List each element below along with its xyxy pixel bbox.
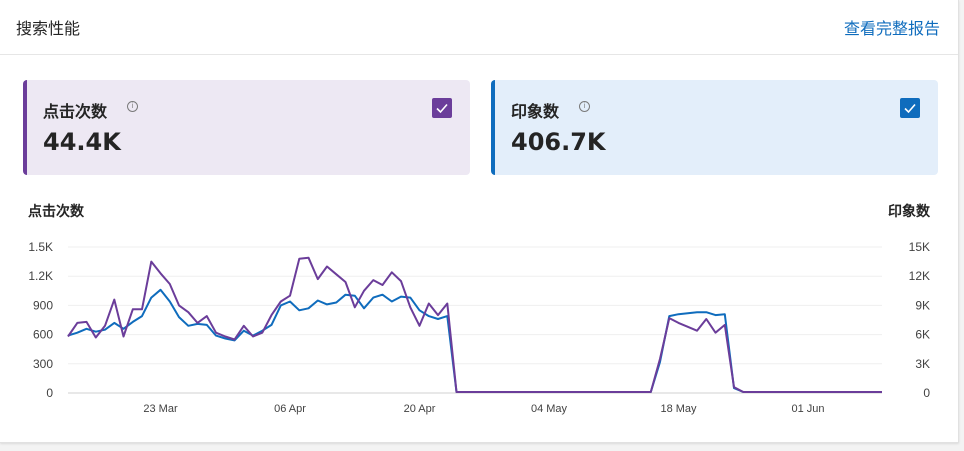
x-tick-label: 20 Apr: [404, 403, 436, 415]
performance-line-chart: 0 0 300 3K 600 6K 900 9K 1.2K 12K 1.5K 15K 23 Mar 06 …: [28, 240, 930, 415]
right-tick-label: 12K: [909, 269, 930, 283]
x-tick-label: 01 Jun: [791, 403, 824, 415]
right-tick-label: 0: [923, 386, 930, 400]
left-axis-title: 点击次数: [28, 204, 84, 220]
x-tick-label: 04 May: [531, 403, 568, 415]
left-tick-label: 1.2K: [28, 269, 53, 283]
info-icon[interactable]: i: [579, 101, 590, 112]
right-tick-label: 3K: [915, 357, 930, 371]
x-tick-label: 18 May: [660, 403, 697, 415]
clicks-metric-tile[interactable]: 点击次数 i 44.4K: [23, 80, 470, 175]
right-axis-title: 印象数: [888, 204, 930, 220]
x-tick-label: 06 Apr: [274, 403, 306, 415]
left-tick-label: 300: [33, 357, 53, 371]
info-icon[interactable]: i: [127, 101, 138, 112]
left-tick-label: 1.5K: [28, 240, 53, 254]
search-performance-card: 搜索性能 查看完整报告 点击次数 i 44.4K 印象数 i 406.7K 点击…: [0, 0, 959, 443]
x-tick-label: 23 Mar: [143, 403, 178, 415]
right-tick-label: 15K: [909, 240, 930, 254]
card-header: 搜索性能 查看完整报告: [0, 0, 958, 55]
right-tick-label: 9K: [915, 298, 930, 312]
impressions-metric-tile[interactable]: 印象数 i 406.7K: [491, 80, 938, 175]
left-tick-label: 0: [46, 386, 53, 400]
impressions-value: 406.7K: [511, 128, 606, 156]
left-tick-label: 600: [33, 328, 53, 342]
right-tick-label: 6K: [915, 328, 930, 342]
full-report-link[interactable]: 查看完整报告: [844, 15, 940, 39]
left-tick-label: 900: [33, 298, 53, 312]
clicks-value: 44.4K: [43, 128, 121, 156]
impressions-checkbox[interactable]: [900, 98, 920, 118]
clicks-checkbox[interactable]: [432, 98, 452, 118]
check-icon: [904, 103, 916, 114]
clicks-label: 点击次数: [43, 102, 108, 121]
check-icon: [436, 103, 448, 114]
card-title: 搜索性能: [16, 19, 81, 38]
impressions-label: 印象数: [511, 102, 560, 121]
